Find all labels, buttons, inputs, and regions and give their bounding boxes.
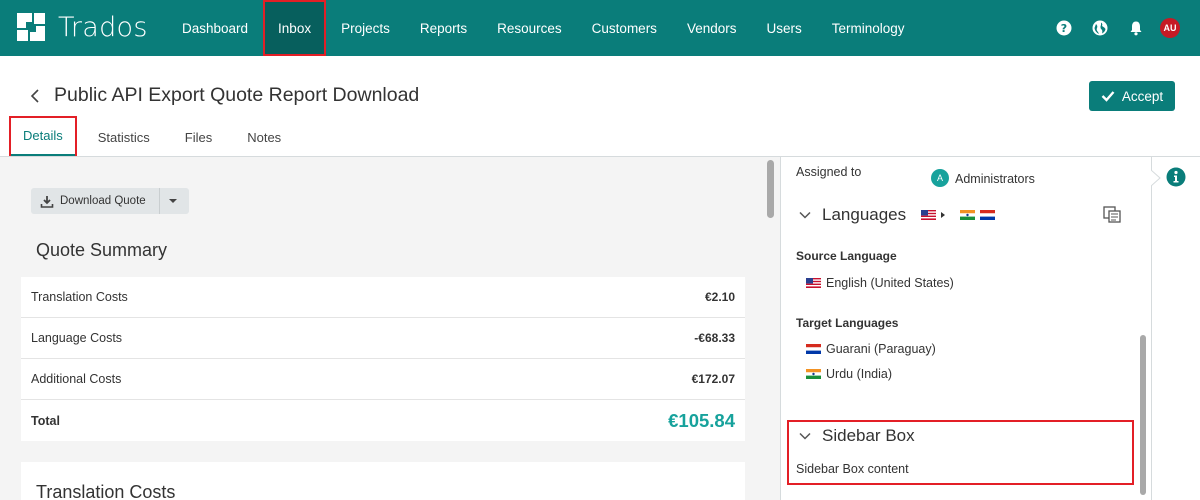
panel-notch [1151, 170, 1161, 186]
languages-section-title[interactable]: Languages [822, 205, 906, 225]
check-icon [1101, 91, 1115, 102]
download-quote-label: Download Quote [60, 195, 146, 207]
user-avatar[interactable]: AU [1160, 18, 1180, 38]
nav-dashboard[interactable]: Dashboard [167, 0, 263, 56]
main-nav: Dashboard Inbox Projects Reports Resourc… [167, 0, 920, 56]
row-amount: €2.10 [704, 290, 735, 304]
target-language-item: Urdu (India) [806, 367, 892, 381]
info-panel-tab [1152, 157, 1200, 500]
nav-projects[interactable]: Projects [326, 0, 405, 56]
help-icon[interactable]: ? [1046, 20, 1082, 36]
sidebar-box-title[interactable]: Sidebar Box [822, 426, 915, 446]
assignee-avatar: A [931, 169, 949, 187]
app-name: Trados [58, 11, 148, 43]
target-language-item: Guarani (Paraguay) [806, 342, 936, 356]
row-amount: -€68.33 [694, 331, 735, 345]
nav-inbox[interactable]: Inbox [263, 0, 327, 56]
total-label: Total [31, 413, 60, 428]
notifications-bell-icon[interactable] [1118, 20, 1154, 36]
paraguay-flag-icon [806, 344, 821, 354]
nav-terminology[interactable]: Terminology [817, 0, 920, 56]
quote-row-translation-costs: Translation Costs €2.10 [21, 277, 745, 318]
caret-down-icon[interactable] [168, 198, 178, 204]
trados-logo[interactable]: Trados [14, 10, 148, 44]
download-icon [40, 195, 54, 208]
quote-row-additional-costs: Additional Costs €172.07 [21, 359, 745, 400]
accept-button-label: Accept [1121, 88, 1164, 104]
source-language-label: Source Language [796, 249, 897, 263]
tab-details[interactable]: Details [9, 116, 77, 158]
translation-costs-title: Translation Costs [36, 482, 176, 500]
target-language-name: Urdu (India) [826, 367, 892, 381]
row-label: Additional Costs [31, 372, 122, 386]
nav-customers[interactable]: Customers [577, 0, 672, 56]
download-quote-button[interactable]: Download Quote [31, 188, 189, 214]
paraguay-flag-icon [980, 210, 995, 220]
button-divider [159, 188, 160, 214]
svg-text:?: ? [1061, 22, 1067, 35]
india-flag-icon [806, 369, 821, 379]
row-amount: €172.07 [691, 372, 735, 386]
row-label: Language Costs [31, 331, 123, 345]
accept-button[interactable]: Accept [1089, 81, 1175, 111]
top-navigation-bar: Trados Dashboard Inbox Projects Reports … [0, 0, 1200, 56]
assignee-name[interactable]: Administrators [955, 172, 1035, 186]
assigned-to-label: Assigned to [796, 165, 862, 179]
nav-vendors[interactable]: Vendors [672, 0, 752, 56]
sidebar-scrollbar[interactable] [1140, 335, 1146, 495]
us-flag-icon [921, 210, 936, 220]
nav-users[interactable]: Users [751, 0, 816, 56]
top-right-icons: ? AU [1046, 0, 1200, 56]
quote-summary-card: Translation Costs €2.10 Language Costs -… [21, 277, 745, 441]
chevron-down-icon[interactable] [798, 208, 812, 222]
nav-reports[interactable]: Reports [405, 0, 482, 56]
us-flag-icon [806, 278, 821, 288]
target-language-name: Guarani (Paraguay) [826, 342, 936, 356]
tab-notes[interactable]: Notes [234, 117, 294, 157]
total-amount: €105.84 [668, 409, 735, 431]
tab-statistics[interactable]: Statistics [85, 117, 163, 157]
nav-resources[interactable]: Resources [482, 0, 577, 56]
page-title: Public API Export Quote Report Download [54, 84, 420, 106]
source-language-item: English (United States) [806, 276, 954, 290]
main-scrollbar[interactable] [767, 160, 774, 218]
copy-icon[interactable] [1102, 205, 1124, 230]
source-language-name: English (United States) [826, 276, 954, 290]
detail-tabs: Details Statistics Files Notes [9, 116, 303, 158]
chevron-down-icon[interactable] [798, 429, 812, 443]
tab-files[interactable]: Files [172, 117, 225, 157]
arrow-right-icon [941, 212, 945, 218]
row-label: Translation Costs [31, 290, 128, 304]
trados-logo-icon [14, 10, 48, 44]
quote-row-total: Total €105.84 [21, 400, 745, 441]
quote-summary-title: Quote Summary [36, 240, 168, 260]
target-languages-label: Target Languages [796, 316, 899, 330]
globe-icon[interactable] [1082, 20, 1118, 36]
quote-row-language-costs: Language Costs -€68.33 [21, 318, 745, 359]
back-chevron-icon[interactable] [26, 86, 46, 106]
info-icon[interactable] [1166, 167, 1186, 192]
india-flag-icon [960, 210, 975, 220]
language-flags-summary [921, 210, 995, 220]
sidebar-box-content: Sidebar Box content [796, 462, 909, 476]
